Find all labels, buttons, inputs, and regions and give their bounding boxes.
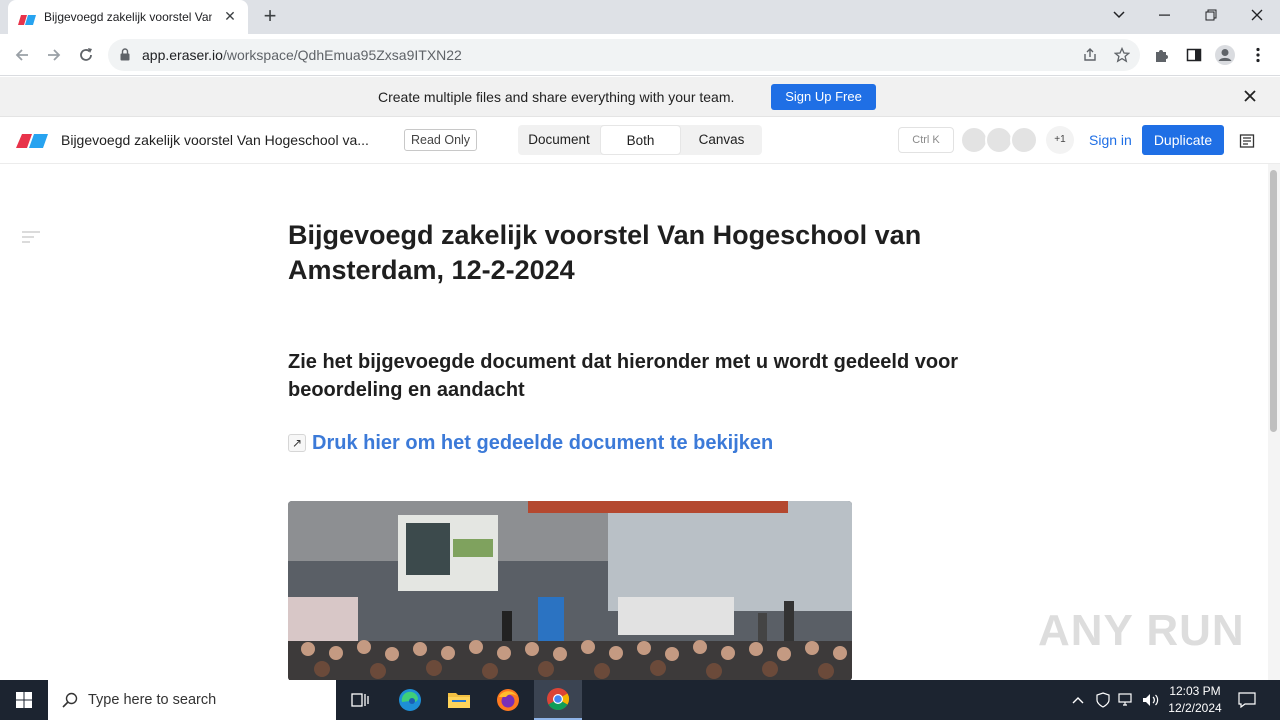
- new-tab-button[interactable]: +: [258, 5, 282, 29]
- address-bar[interactable]: app.eraser.io/workspace/QdhEmua95Zxsa9IT…: [108, 39, 1140, 71]
- edge-browser-icon[interactable]: [386, 680, 434, 720]
- sign-in-link[interactable]: Sign in: [1089, 132, 1132, 148]
- table-of-contents-icon[interactable]: [22, 230, 40, 243]
- reload-icon[interactable]: [74, 43, 98, 67]
- tab-canvas[interactable]: Canvas: [681, 125, 762, 155]
- tab-search-chevron-icon[interactable]: [1096, 0, 1142, 30]
- defender-shield-icon[interactable]: [1093, 690, 1113, 710]
- close-window-button[interactable]: [1234, 0, 1280, 30]
- document-area: Bijgevoegd zakelijk voorstel Van Hogesch…: [0, 164, 1268, 680]
- firefox-icon[interactable]: [484, 680, 532, 720]
- clock-time: 12:03 PM: [1169, 684, 1221, 698]
- forward-arrow-icon[interactable]: [42, 43, 66, 67]
- network-icon[interactable]: [1117, 690, 1137, 710]
- taskbar-clock[interactable]: 12:03 PM 12/2/2024: [1160, 683, 1230, 717]
- search-placeholder: Type here to search: [88, 692, 217, 708]
- taskbar-search-box[interactable]: Type here to search: [48, 680, 336, 720]
- page-subtitle: Zie het bijgevoegde document dat hierond…: [288, 351, 959, 401]
- sign-up-free-button[interactable]: Sign Up Free: [771, 84, 876, 110]
- document-outline-icon[interactable]: [1236, 130, 1258, 152]
- browser-tab-strip: Bijgevoegd zakelijk voorstel Van ✕ +: [0, 0, 1280, 34]
- promo-banner: Create multiple files and share everythi…: [0, 77, 1280, 117]
- volume-icon[interactable]: [1141, 690, 1161, 710]
- view-mode-switcher: Document Both Canvas: [518, 125, 762, 155]
- minimize-button[interactable]: [1142, 0, 1188, 30]
- app-header: Bijgevoegd zakelijk voorstel Van Hogesch…: [0, 118, 1280, 164]
- side-panel-icon[interactable]: [1183, 44, 1205, 66]
- profile-avatar-icon[interactable]: [1214, 44, 1236, 66]
- browser-tab[interactable]: Bijgevoegd zakelijk voorstel Van ✕: [8, 0, 248, 34]
- banner-close-icon[interactable]: [1241, 87, 1259, 105]
- browser-toolbar: app.eraser.io/workspace/QdhEmua95Zxsa9IT…: [0, 34, 1280, 76]
- windows-start-icon[interactable]: [0, 680, 48, 720]
- external-link-icon: ↗: [288, 434, 306, 452]
- clock-date: 12/2/2024: [1168, 701, 1222, 715]
- tab-title: Bijgevoegd zakelijk voorstel Van: [44, 10, 212, 24]
- tab-close-icon[interactable]: ✕: [222, 8, 238, 24]
- notifications-icon[interactable]: [1237, 690, 1257, 710]
- avatar: [985, 126, 1013, 154]
- conference-photo: [288, 501, 852, 680]
- page-title: Bijgevoegd zakelijk voorstel Van Hogesch…: [288, 220, 922, 285]
- tray-chevron-up-icon[interactable]: [1068, 690, 1088, 710]
- chrome-menu-icon[interactable]: [1247, 44, 1269, 66]
- url-text[interactable]: app.eraser.io/workspace/QdhEmua95Zxsa9IT…: [142, 47, 462, 63]
- scrollbar-thumb[interactable]: [1270, 170, 1277, 432]
- extensions-puzzle-icon[interactable]: [1151, 44, 1173, 66]
- back-arrow-icon[interactable]: [10, 43, 34, 67]
- avatar-overflow-count: +1: [1046, 126, 1074, 154]
- watermark: ANY RUN: [1038, 606, 1245, 655]
- chrome-taskbar-icon[interactable]: [534, 680, 582, 720]
- eraser-logo-icon[interactable]: [16, 134, 48, 148]
- windows-taskbar: Type here to search 12:03 PM 12/2/2024: [0, 680, 1280, 720]
- restore-button[interactable]: [1188, 0, 1234, 30]
- tab-document[interactable]: Document: [518, 125, 600, 155]
- duplicate-button[interactable]: Duplicate: [1142, 125, 1224, 155]
- task-view-icon[interactable]: [336, 680, 384, 720]
- shared-document-link-text[interactable]: Druk hier om het gedeelde document te be…: [312, 432, 773, 455]
- avatar: [1010, 126, 1038, 154]
- avatar: [960, 126, 988, 154]
- read-only-badge: Read Only: [404, 129, 478, 151]
- banner-text: Create multiple files and share everythi…: [378, 89, 735, 105]
- shared-document-link[interactable]: ↗ Druk hier om het gedeelde document te …: [288, 430, 773, 456]
- search-icon: [62, 692, 78, 708]
- tab-both[interactable]: Both: [600, 125, 681, 155]
- bookmark-star-icon[interactable]: [1112, 45, 1132, 65]
- vertical-scrollbar[interactable]: [1268, 164, 1280, 680]
- file-explorer-icon[interactable]: [435, 680, 483, 720]
- document-title[interactable]: Bijgevoegd zakelijk voorstel Van Hogesch…: [61, 132, 369, 148]
- lock-icon[interactable]: [120, 48, 130, 66]
- command-palette-shortcut[interactable]: Ctrl K: [898, 127, 954, 153]
- eraser-favicon-icon: [18, 12, 36, 25]
- share-icon[interactable]: [1080, 45, 1100, 65]
